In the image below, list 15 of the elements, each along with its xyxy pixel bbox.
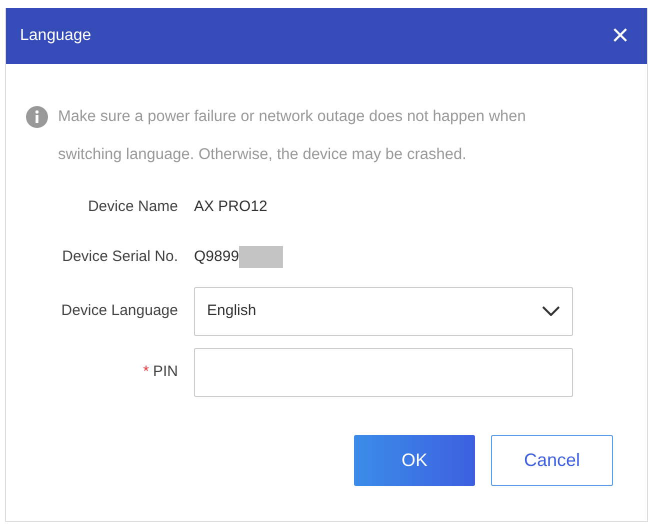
field-label: Device Language [61, 302, 178, 319]
field-label: Device Serial No. [62, 248, 178, 265]
chevron-down-icon [542, 306, 560, 316]
window-title: Language [20, 26, 92, 46]
pin-field[interactable] [194, 348, 573, 396]
language-dropdown[interactable]: English [194, 286, 573, 336]
field-label: Device Name [88, 198, 178, 215]
info-icon [26, 106, 48, 128]
close-button[interactable]: × [607, 21, 633, 51]
field-value: AX PRO12 [194, 196, 268, 217]
field-value: Q9899 [194, 246, 240, 267]
cancel-button[interactable]: Cancel [491, 435, 613, 486]
ok-button[interactable]: OK [354, 435, 475, 486]
warning-text: Make sure a power failure or network outage does not happen when switching language. Otherwise, the device may be crashed. [58, 107, 527, 165]
field-label: * PIN [143, 362, 178, 380]
